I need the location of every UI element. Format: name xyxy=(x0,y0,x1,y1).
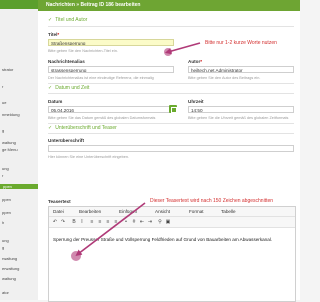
teaser-note-arrow xyxy=(75,202,146,256)
title-note-marker xyxy=(164,48,172,56)
teaser-note-marker xyxy=(71,251,81,261)
title-note-arrow xyxy=(164,42,201,55)
annotation-arrows xyxy=(71,42,201,261)
